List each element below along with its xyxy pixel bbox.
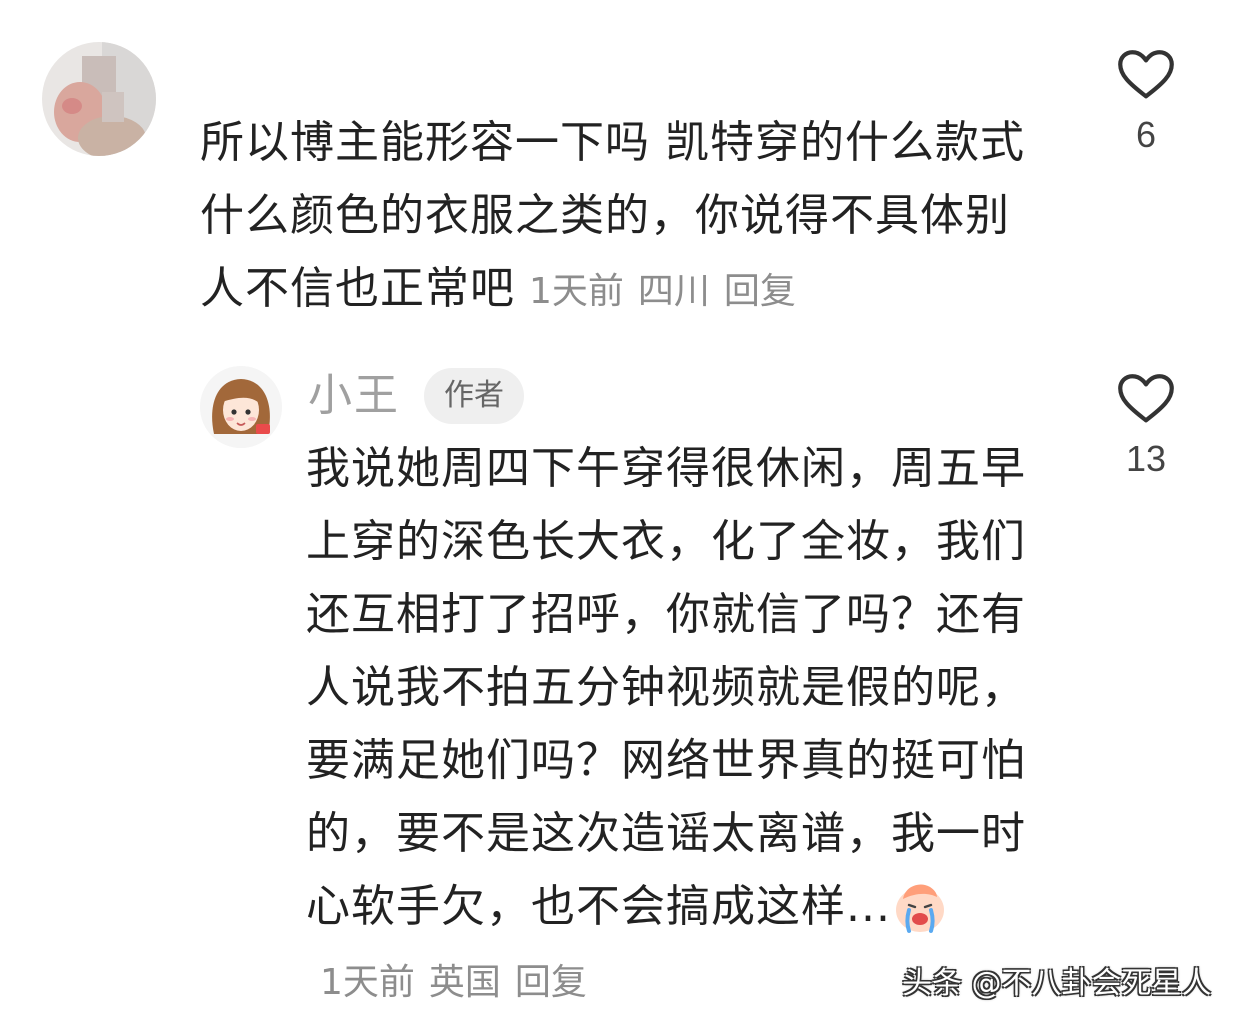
reply-text: 我说她周四下午穿得很休闲，周五早上穿的深色长大衣，化了全妆，我们还互相打了招呼，… bbox=[306, 443, 1026, 932]
reply-button[interactable]: 回复 bbox=[515, 962, 587, 1003]
reply-location: 英国 bbox=[428, 962, 501, 1003]
like-count: 13 bbox=[1125, 438, 1167, 479]
like-control: 6 bbox=[1106, 48, 1186, 156]
author-badge: 作者 bbox=[424, 368, 524, 424]
crying-emoji-icon bbox=[895, 884, 944, 933]
heart-outline-icon[interactable] bbox=[1116, 372, 1176, 424]
comment-location: 四川 bbox=[637, 271, 710, 312]
reply-button[interactable]: 回复 bbox=[724, 271, 796, 312]
blurred-avatar-image bbox=[42, 42, 156, 156]
comment-thread: 所以博主能形容一下吗 凯特穿的什么款式什么颜色的衣服之类的，你说得不具体别人不信… bbox=[0, 0, 1256, 1028]
heart-outline-icon[interactable] bbox=[1116, 48, 1176, 100]
comment-meta: 1天前 四川 回复 bbox=[515, 271, 796, 312]
reply-time: 1天前 bbox=[320, 962, 415, 1003]
watermark: 头条 @不八卦会死星人 bbox=[902, 966, 1212, 1001]
author-name[interactable]: 小王 bbox=[308, 368, 400, 424]
commenter-avatar[interactable] bbox=[42, 42, 156, 156]
reply-meta: 1天前 英国 回复 bbox=[306, 962, 587, 1003]
author-avatar[interactable] bbox=[200, 366, 282, 448]
reply-body: 我说她周四下午穿得很休闲，周五早上穿的深色长大衣，化了全妆，我们还互相打了招呼，… bbox=[306, 432, 1026, 1019]
comment-body: 所以博主能形容一下吗 凯特穿的什么款式什么颜色的衣服之类的，你说得不具体别人不信… bbox=[200, 106, 1040, 328]
cartoon-girl-avatar bbox=[200, 366, 282, 448]
like-count: 6 bbox=[1135, 114, 1157, 155]
like-control: 13 bbox=[1106, 372, 1186, 480]
comment-time: 1天前 bbox=[529, 271, 624, 312]
